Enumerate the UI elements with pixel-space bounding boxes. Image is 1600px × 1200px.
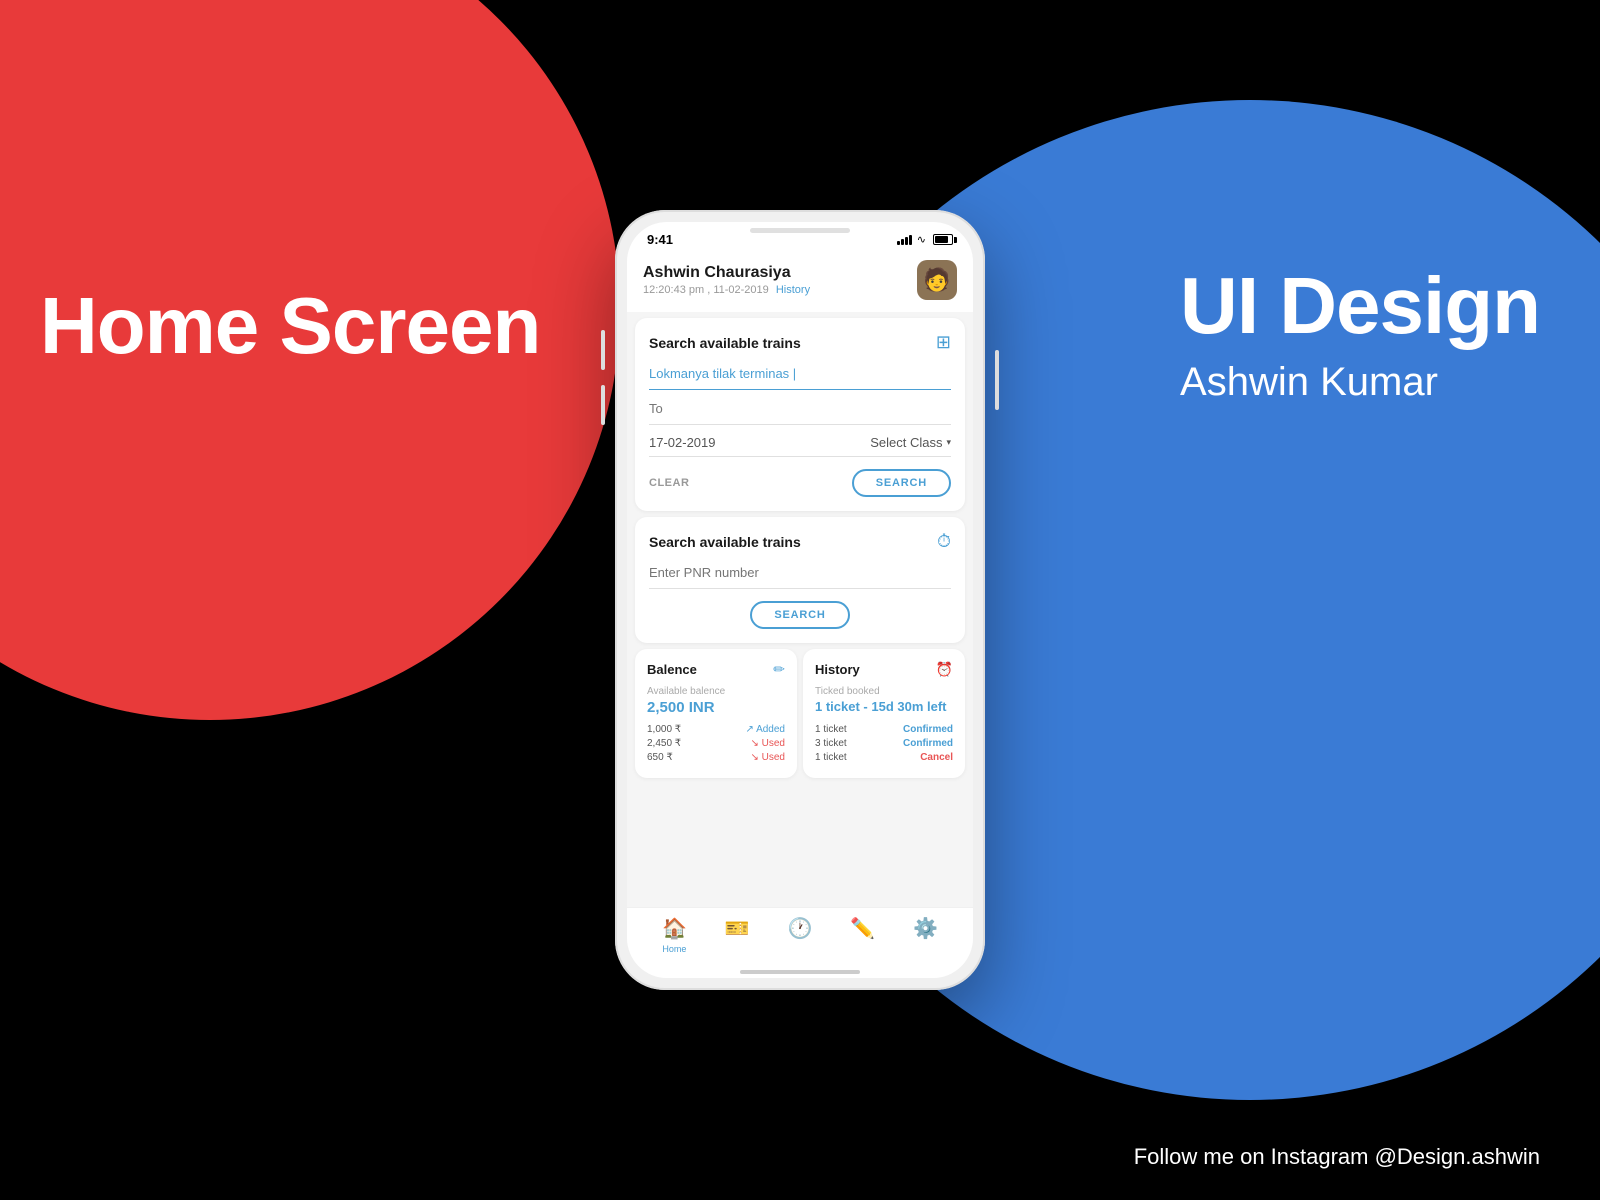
- notch-bar: [750, 228, 850, 233]
- history-item-3: 1 ticket Cancel: [815, 752, 953, 763]
- pnr-card-header: Search available trains ⏱: [649, 531, 951, 552]
- ticket-label-3: 1 ticket: [815, 752, 847, 763]
- nav-edit[interactable]: ✏️: [850, 916, 875, 941]
- follow-text: Follow me on Instagram @Design.ashwin: [1134, 1144, 1540, 1170]
- nav-home-label: Home: [662, 944, 686, 954]
- history-booked: 1 ticket - 15d 30m left: [815, 699, 953, 716]
- nav-settings[interactable]: ⚙️: [913, 916, 938, 941]
- history-item-2: 3 ticket Confirmed: [815, 738, 953, 749]
- history-card: History ⏰ Ticked booked 1 ticket - 15d 3…: [803, 649, 965, 778]
- to-field[interactable]: [649, 400, 951, 425]
- used-tag-2: ↘ Used: [750, 738, 785, 749]
- available-label: Available balence: [647, 686, 785, 697]
- timer-icon: ⏱: [937, 531, 951, 552]
- home-bar: [740, 970, 860, 974]
- history-card-header: History ⏰: [815, 661, 953, 678]
- history-title: History: [815, 662, 860, 677]
- pnr-search-button[interactable]: SEARCH: [750, 601, 849, 629]
- balance-amount-1: 1,000 ₹: [647, 724, 681, 735]
- home-icon: 🏠: [662, 916, 687, 941]
- search-train-card-header: Search available trains ⊞: [649, 332, 951, 353]
- train-icon: ⊞: [936, 332, 951, 353]
- balance-row-2: 2,450 ₹ ↘ Used: [647, 738, 785, 749]
- date-field[interactable]: 17-02-2019: [649, 435, 716, 450]
- ui-design-subtitle: Ashwin Kumar: [1180, 360, 1540, 405]
- pnr-card: Search available trains ⏱ SEARCH: [635, 517, 965, 643]
- ticket-label-1: 1 ticket: [815, 724, 847, 735]
- status-bar: 9:41 ∿: [627, 222, 973, 252]
- phone-wrapper: 9:41 ∿ Ashwin Chaurasi: [615, 210, 985, 990]
- bottom-cards: Balence ✏ Available balence 2,500 INR 1,…: [635, 649, 965, 778]
- history-item-1: 1 ticket Confirmed: [815, 724, 953, 735]
- search-button-row: CLEAR SEARCH: [649, 469, 951, 497]
- nav-home[interactable]: 🏠 Home: [662, 916, 687, 954]
- tickets-icon: 🎫: [725, 916, 750, 941]
- class-select[interactable]: Select Class ▾: [870, 435, 951, 450]
- volume-up-button: [601, 330, 605, 370]
- history-clock-icon: ⏰: [936, 661, 953, 678]
- nav-tickets[interactable]: 🎫: [725, 916, 750, 941]
- balance-value: 2,500 INR: [647, 699, 785, 716]
- home-screen-label: Home Screen: [40, 280, 540, 372]
- settings-icon: ⚙️: [913, 916, 938, 941]
- from-field[interactable]: [649, 365, 951, 390]
- balance-amount-2: 2,450 ₹: [647, 738, 681, 749]
- pnr-search-row: SEARCH: [649, 601, 951, 629]
- user-header: Ashwin Chaurasiya 12:20:43 pm , 11-02-20…: [627, 252, 973, 312]
- status-2: Confirmed: [903, 738, 953, 749]
- signal-icon: [897, 235, 912, 245]
- pnr-field[interactable]: [649, 564, 951, 589]
- used-tag-3: ↘ Used: [750, 752, 785, 763]
- search-train-title: Search available trains: [649, 335, 801, 351]
- edit-icon: ✏: [773, 661, 785, 678]
- date-class-row: 17-02-2019 Select Class ▾: [649, 435, 951, 457]
- edit-nav-icon: ✏️: [850, 916, 875, 941]
- user-name: Ashwin Chaurasiya: [643, 264, 810, 282]
- user-datetime: 12:20:43 pm , 11-02-2019: [643, 284, 769, 296]
- scroll-content: Search available trains ⊞ 17-02-2019 Sel…: [627, 312, 973, 907]
- balance-card: Balence ✏ Available balence 2,500 INR 1,…: [635, 649, 797, 778]
- pnr-card-title: Search available trains: [649, 534, 801, 550]
- clock-nav-icon: 🕐: [788, 916, 813, 941]
- balance-title: Balence: [647, 662, 697, 677]
- bottom-nav: 🏠 Home 🎫 🕐 ✏️ ⚙️: [627, 907, 973, 964]
- phone-device: 9:41 ∿ Ashwin Chaurasi: [615, 210, 985, 990]
- ticket-label-2: 3 ticket: [815, 738, 847, 749]
- user-info: Ashwin Chaurasiya 12:20:43 pm , 11-02-20…: [643, 264, 810, 296]
- balance-card-header: Balence ✏: [647, 661, 785, 678]
- status-3: Cancel: [920, 752, 953, 763]
- avatar[interactable]: 🧑: [917, 260, 957, 300]
- history-subtitle: Ticked booked: [815, 686, 953, 697]
- balance-row-3: 650 ₹ ↘ Used: [647, 752, 785, 763]
- balance-row-1: 1,000 ₹ ↗ Added: [647, 724, 785, 735]
- status-time: 9:41: [647, 232, 673, 247]
- home-indicator: [627, 964, 973, 978]
- added-tag-1: ↗ Added: [745, 724, 785, 735]
- nav-history[interactable]: 🕐: [788, 916, 813, 941]
- clear-button[interactable]: CLEAR: [649, 477, 689, 489]
- balance-amount-3: 650 ₹: [647, 752, 673, 763]
- pnr-input[interactable]: [649, 565, 951, 580]
- status-1: Confirmed: [903, 724, 953, 735]
- phone-screen: 9:41 ∿ Ashwin Chaurasi: [627, 222, 973, 978]
- class-label: Select Class: [870, 435, 942, 450]
- header-history-link[interactable]: History: [776, 284, 810, 296]
- status-icons: ∿: [897, 233, 953, 246]
- ui-design-title: UI Design: [1180, 260, 1540, 352]
- search-train-card: Search available trains ⊞ 17-02-2019 Sel…: [635, 318, 965, 511]
- from-input[interactable]: [649, 366, 951, 381]
- to-input[interactable]: [649, 401, 951, 416]
- wifi-icon: ∿: [917, 233, 926, 246]
- search-button[interactable]: SEARCH: [852, 469, 951, 497]
- battery-icon: [933, 234, 953, 245]
- user-meta: 12:20:43 pm , 11-02-2019 History: [643, 284, 810, 296]
- power-button: [995, 350, 999, 410]
- volume-down-button: [601, 385, 605, 425]
- chevron-down-icon: ▾: [946, 437, 951, 448]
- ui-design-section: UI Design Ashwin Kumar: [1180, 260, 1540, 405]
